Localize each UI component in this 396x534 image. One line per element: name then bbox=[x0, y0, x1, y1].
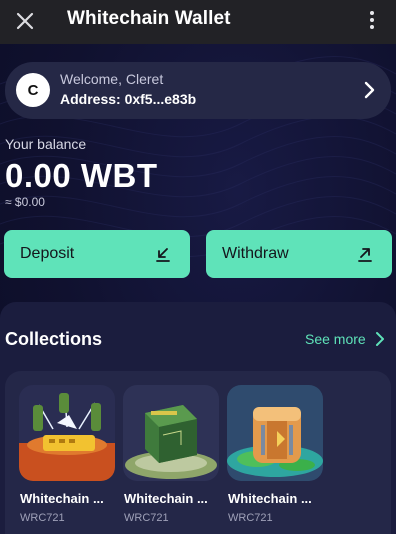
balance-label: Your balance bbox=[5, 136, 87, 152]
avatar: C bbox=[16, 73, 50, 107]
arrow-down-left-icon bbox=[156, 248, 170, 262]
kebab-menu-icon bbox=[370, 11, 374, 15]
wallet-main: C Welcome, Cleret Address: 0xf5...e83b Y… bbox=[0, 44, 396, 534]
withdraw-label: Withdraw bbox=[222, 245, 289, 262]
app-title: Whitechain Wallet bbox=[67, 8, 231, 29]
collection-name: Whitechain ... bbox=[228, 491, 312, 506]
collection-card[interactable]: Whitechain ... WRC721 bbox=[19, 385, 115, 524]
collections-title: Collections bbox=[5, 329, 103, 349]
collections-section: Collections See more Whitechain ... WRC7… bbox=[0, 302, 396, 534]
collection-card[interactable]: Whitechain ... WRC721 bbox=[123, 385, 219, 524]
collection-name: Whitechain ... bbox=[20, 491, 104, 506]
close-icon bbox=[16, 12, 34, 30]
collection-standard: WRC721 bbox=[20, 512, 65, 524]
arrow-up-right-icon bbox=[358, 248, 372, 262]
menu-button[interactable] bbox=[362, 6, 382, 34]
chevron-right-icon bbox=[364, 81, 375, 99]
close-button[interactable] bbox=[12, 8, 38, 34]
collection-standard: WRC721 bbox=[228, 512, 273, 524]
collection-standard: WRC721 bbox=[124, 512, 169, 524]
collection-image bbox=[123, 385, 219, 481]
collection-card[interactable]: Whitechain ... WRC721 bbox=[227, 385, 323, 524]
see-more-link[interactable]: See more bbox=[305, 331, 366, 347]
chevron-right-icon[interactable] bbox=[372, 331, 388, 347]
withdraw-button[interactable]: Withdraw bbox=[206, 230, 392, 278]
collection-name: Whitechain ... bbox=[124, 491, 208, 506]
balance-amount: 0.00 WBT bbox=[5, 157, 158, 194]
collections-carousel: Whitechain ... WRC721 Whitechain ... WRC… bbox=[5, 371, 391, 534]
collection-image bbox=[19, 385, 115, 481]
deposit-label: Deposit bbox=[20, 245, 75, 262]
deposit-button[interactable]: Deposit bbox=[4, 230, 190, 278]
account-card[interactable]: C Welcome, Cleret Address: 0xf5...e83b bbox=[5, 62, 391, 119]
welcome-text: Welcome, Cleret bbox=[60, 71, 164, 87]
wallet-address: Address: 0xf5...e83b bbox=[60, 91, 197, 107]
collection-image bbox=[227, 385, 323, 481]
app-header: Whitechain Wallet bbox=[0, 0, 396, 44]
balance-fiat: ≈ $0.00 bbox=[5, 195, 45, 209]
